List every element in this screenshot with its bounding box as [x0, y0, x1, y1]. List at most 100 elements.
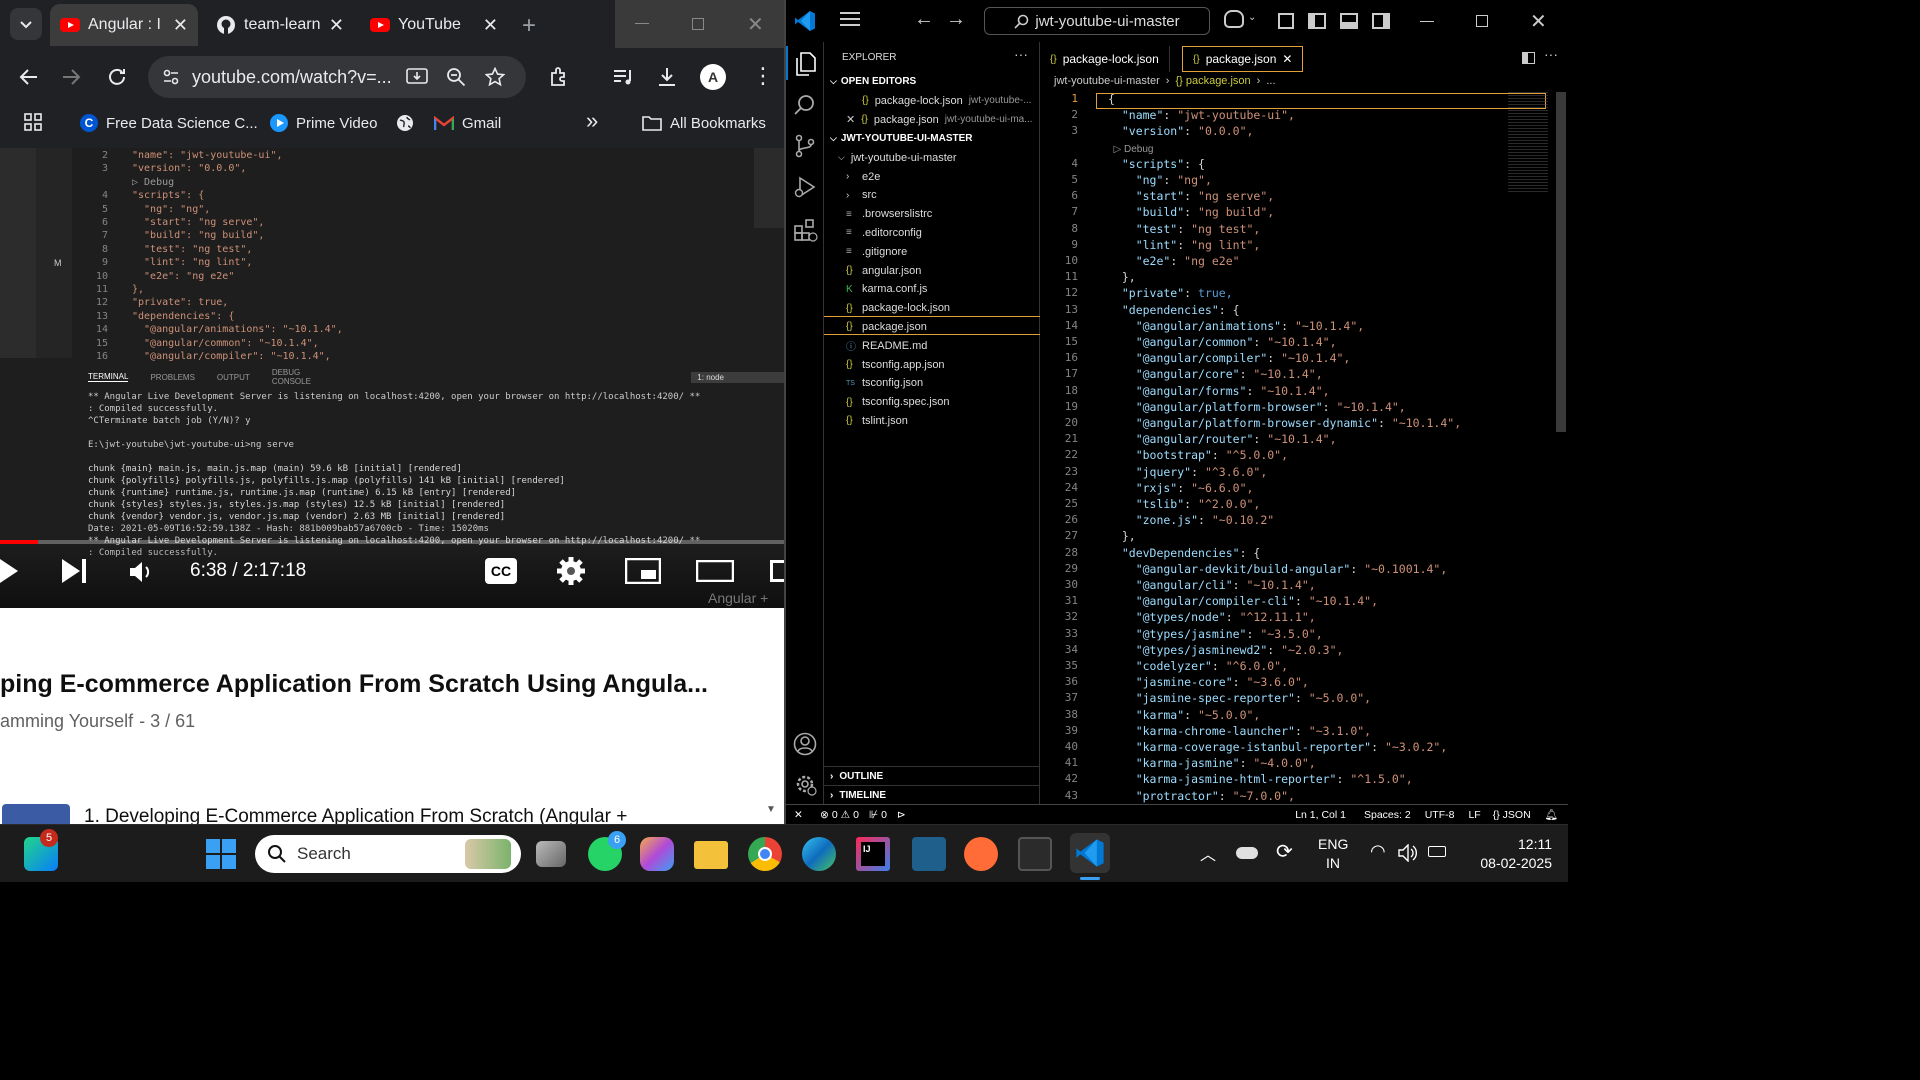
- breadcrumb-item[interactable]: jwt-youtube-ui-master: [1054, 75, 1160, 87]
- live-share-icon[interactable]: ⊳: [897, 809, 906, 821]
- install-app-icon[interactable]: [406, 67, 428, 87]
- minimize-icon[interactable]: [635, 23, 649, 24]
- all-bookmarks-button[interactable]: All Bookmarks: [642, 110, 766, 136]
- new-tab-button[interactable]: +: [522, 12, 536, 40]
- menu-icon[interactable]: [840, 12, 860, 26]
- cursor-position[interactable]: Ln 1, Col 1: [1295, 809, 1346, 821]
- edge-icon[interactable]: [802, 837, 836, 871]
- ports-indicator[interactable]: ⊮ 0: [869, 809, 887, 821]
- editor-more-icon[interactable]: ···: [1544, 46, 1558, 62]
- breadcrumb-item[interactable]: ...: [1266, 75, 1275, 87]
- clock[interactable]: 12:11 08-02-2025: [1464, 835, 1552, 873]
- extensions-icon[interactable]: [794, 218, 818, 242]
- more-bookmarks-button[interactable]: »: [586, 108, 598, 134]
- notifications-bell-icon[interactable]: 🔔︎: [1545, 808, 1558, 821]
- nav-back-icon[interactable]: ←: [914, 8, 934, 31]
- language-mode[interactable]: {} JSON: [1493, 809, 1531, 821]
- split-editor-icon[interactable]: [1522, 52, 1535, 64]
- onedrive-icon[interactable]: [1236, 847, 1258, 859]
- minimize-icon[interactable]: [1420, 21, 1434, 22]
- scroll-down-arrow[interactable]: ▼: [766, 804, 776, 815]
- close-tab-icon[interactable]: ✕: [483, 15, 498, 36]
- tree-item[interactable]: TS tsconfig.json: [824, 374, 1040, 393]
- explorer-more-icon[interactable]: ···: [1014, 46, 1028, 62]
- remote-icon[interactable]: ✕: [794, 809, 818, 821]
- postman-icon[interactable]: [964, 837, 998, 871]
- tree-item[interactable]: ≡ .browserslistrc: [824, 205, 1040, 224]
- playlist-thumbnail[interactable]: [2, 804, 70, 824]
- bookmark-globe[interactable]: [396, 110, 422, 136]
- extensions-icon[interactable]: [548, 66, 570, 88]
- playlist-next-item[interactable]: 1. Developing E-Commerce Application Fro…: [84, 806, 627, 824]
- tree-item[interactable]: {} package.json: [824, 317, 1040, 336]
- close-tab-icon[interactable]: ✕: [173, 15, 188, 36]
- next-icon[interactable]: [62, 559, 88, 583]
- download-icon[interactable]: [656, 66, 678, 88]
- bookmark-star-icon[interactable]: [485, 67, 505, 87]
- fullscreen-icon[interactable]: [770, 560, 784, 582]
- zoom-icon[interactable]: [446, 67, 466, 87]
- customize-layout-icon[interactable]: [1278, 13, 1294, 29]
- close-window-icon[interactable]: ✕: [747, 12, 764, 37]
- tree-item[interactable]: {} angular.json: [824, 261, 1040, 280]
- maximize-icon[interactable]: [1476, 15, 1488, 27]
- nav-forward-icon[interactable]: →: [946, 8, 966, 31]
- settings-gear-icon[interactable]: [556, 556, 586, 586]
- search-icon[interactable]: [794, 94, 816, 116]
- captions-button[interactable]: CC: [485, 558, 517, 584]
- playlist-info[interactable]: amming Yourself - 3 / 61: [0, 711, 195, 732]
- profile-avatar[interactable]: A: [700, 64, 726, 90]
- tree-item[interactable]: ⓘ README.md: [824, 336, 1040, 355]
- copilot-icon[interactable]: [640, 837, 674, 871]
- close-tab-icon[interactable]: ✕: [329, 15, 344, 36]
- tree-item[interactable]: {} tsconfig.app.json: [824, 355, 1040, 374]
- maximize-icon[interactable]: [692, 18, 704, 30]
- close-window-icon[interactable]: ✕: [1530, 9, 1547, 34]
- tree-item[interactable]: › e2e: [824, 167, 1040, 186]
- tree-item[interactable]: {} tslint.json: [824, 411, 1040, 430]
- play-icon[interactable]: [0, 558, 20, 584]
- pycharm-icon[interactable]: 5: [24, 829, 58, 871]
- language-indicator[interactable]: ENG IN: [1318, 835, 1348, 873]
- chrome-icon[interactable]: [748, 837, 782, 871]
- windows-start-icon[interactable]: [206, 839, 236, 869]
- reload-icon[interactable]: [106, 66, 128, 88]
- whatsapp-icon[interactable]: 6: [588, 831, 626, 871]
- tab-search-button[interactable]: [10, 8, 42, 40]
- site-info-icon[interactable]: [162, 68, 180, 86]
- source-control-icon[interactable]: [794, 134, 816, 158]
- timeline-header[interactable]: › TIMELINE: [824, 785, 1040, 804]
- manage-gear-icon[interactable]: [793, 772, 817, 796]
- bookmark-gmail[interactable]: Gmail: [434, 110, 501, 136]
- open-editor-item[interactable]: {} package-lock.json jwt-youtube-...: [824, 91, 1040, 110]
- tree-item[interactable]: {} tsconfig.spec.json: [824, 393, 1040, 412]
- editor-tab-package[interactable]: {} package.json ✕: [1182, 46, 1304, 72]
- close-editor-icon[interactable]: ✕: [846, 113, 855, 126]
- run-debug-icon[interactable]: [794, 176, 816, 198]
- seek-bar[interactable]: [0, 540, 784, 544]
- bookmark-coursera[interactable]: C Free Data Science C...: [80, 110, 258, 136]
- editor-tab-package-lock[interactable]: {} package-lock.json: [1040, 46, 1170, 72]
- back-icon[interactable]: [18, 66, 40, 88]
- tree-item[interactable]: › src: [824, 186, 1040, 205]
- explorer-icon[interactable]: [794, 52, 816, 76]
- indentation[interactable]: Spaces: 2: [1364, 809, 1411, 821]
- apps-grid-icon[interactable]: [24, 113, 42, 131]
- close-tab-icon[interactable]: ✕: [1282, 52, 1292, 66]
- task-view-icon[interactable]: [536, 841, 566, 867]
- address-bar[interactable]: youtube.com/watch?v=...: [148, 56, 526, 98]
- bookmark-prime-video[interactable]: Prime Video: [270, 110, 377, 136]
- toggle-panel-icon[interactable]: [1340, 13, 1358, 29]
- media-controls-icon[interactable]: [612, 66, 634, 88]
- volume-icon[interactable]: [1398, 844, 1418, 862]
- file-explorer-icon[interactable]: [694, 841, 728, 869]
- show-hidden-icons-chevron[interactable]: ︿: [1200, 841, 1216, 865]
- chrome-menu-icon[interactable]: ⋮: [752, 62, 774, 90]
- forward-icon[interactable]: [60, 66, 82, 88]
- intellij-icon[interactable]: IJ: [856, 837, 890, 871]
- terminal-icon[interactable]: [1018, 837, 1052, 871]
- copilot-chevron-icon[interactable]: ⌄: [1248, 12, 1256, 23]
- problems-indicator[interactable]: ⊗ 0 ⚠ 0: [820, 809, 859, 821]
- tree-item[interactable]: {} package-lock.json: [824, 299, 1040, 318]
- tree-item[interactable]: ≡ .editorconfig: [824, 223, 1040, 242]
